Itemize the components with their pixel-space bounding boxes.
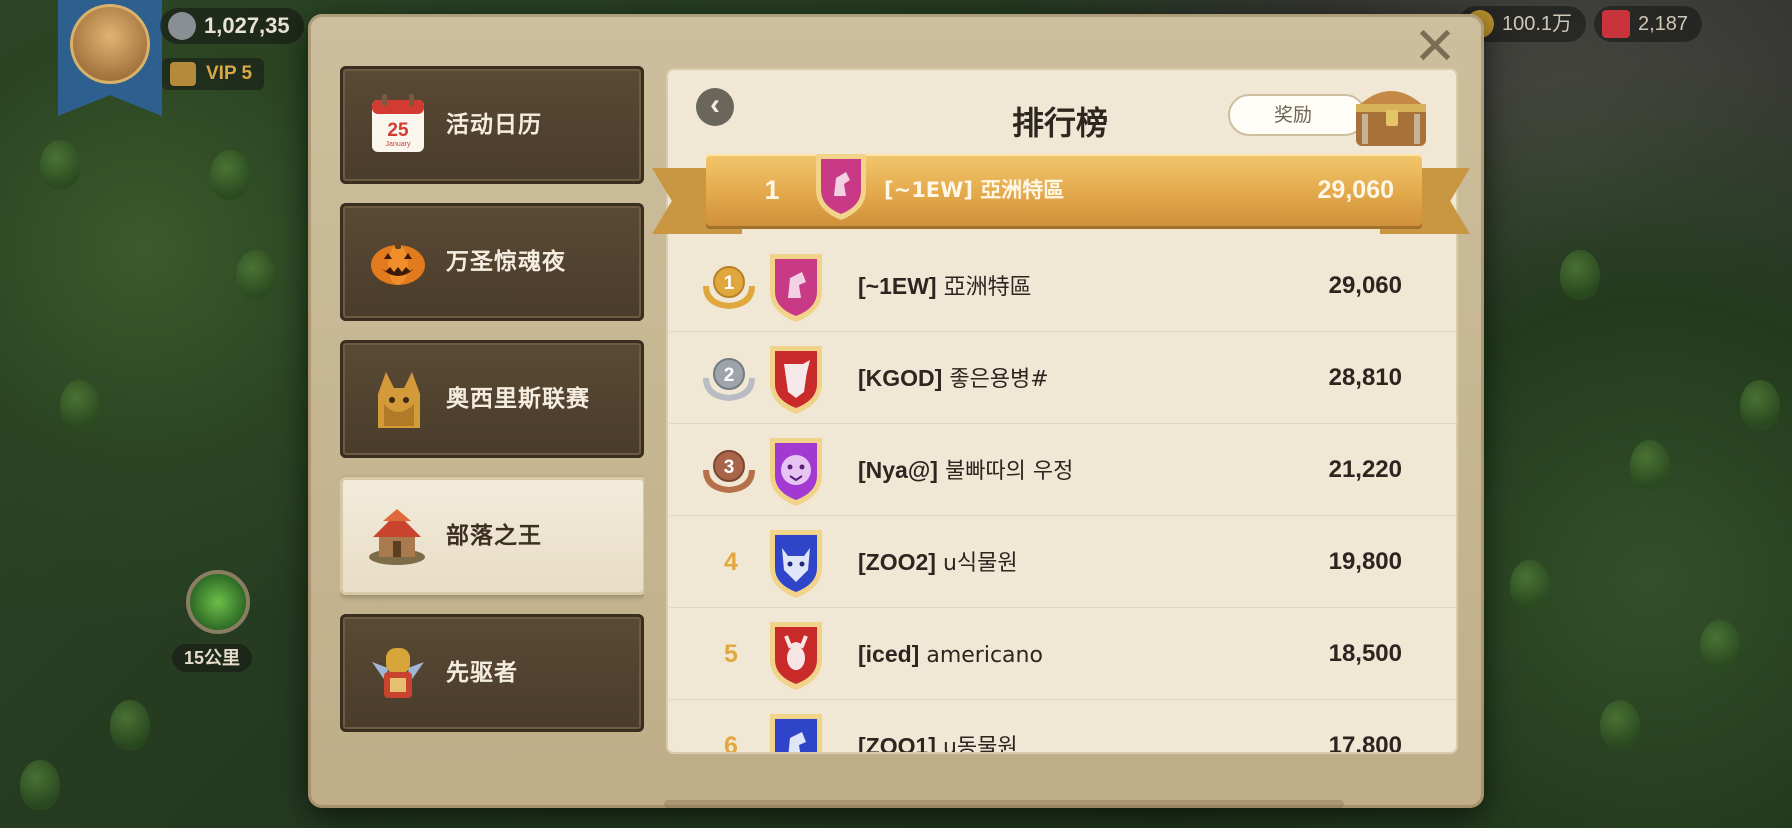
sword-icon [168,12,196,40]
alliance-score: 29,060 [1328,272,1402,299]
alliance-tag: [ZOO1] [858,733,936,752]
power-value: 1,027,35 [204,13,290,38]
alliance-title: 좋은용병# [949,367,1049,392]
alliance-tag: [KGOD] [858,365,943,391]
horse-icon [770,254,822,322]
panel-bottom-edge [664,800,1344,808]
ranking-row[interactable]: 1 [~1EW] 亞洲特區 29,060 [666,240,1458,332]
medal-rank: 2 [724,365,735,386]
vip-label: VIP 5 [206,63,253,84]
back-button[interactable]: ‹ [696,88,734,126]
ranking-list[interactable]: 1 [~1EW] 亞洲特區 29,060 2 [KGOD] 좋은용병# 28,8… [666,240,1458,752]
event-sidebar: 25 January 活动日历 万圣惊魂夜 奥西里斯联赛 部落之王 先驱者 [340,66,644,750]
vip-crest-icon [170,62,196,86]
calendar-icon: 25 January [372,94,424,152]
deer-icon [770,622,822,690]
horse-icon [770,714,822,752]
alliance-name: [KGOD] 좋은용병# [858,332,1049,424]
alliance-name: [ZOO1] u동물원 [858,700,1018,752]
my-alliance-score: 29,060 [1317,176,1394,204]
alliance-score: 18,500 [1328,640,1402,667]
ranking-row[interactable]: 6 [ZOO1] u동물원 17,800 [666,700,1458,752]
food-value: 100.1万 [1502,13,1573,35]
alliance-title: 불빠따의 우정 [944,459,1074,484]
rank-number: 5 [724,640,738,668]
ranking-row[interactable]: 2 [KGOD] 좋은용병# 28,810 [666,332,1458,424]
alliance-score: 21,220 [1328,456,1402,483]
wolf-icon [770,530,822,598]
sidebar-item-label: 万圣惊魂夜 [446,249,566,275]
my-rank-number: 1 [764,175,780,205]
alliance-tag: [~1EW] [858,273,937,299]
alliance-name: [ZOO2] u식물원 [858,516,1018,608]
gems-value: 2,187 [1638,13,1689,35]
ranking-row[interactable]: 4 [ZOO2] u식물원 19,800 [666,516,1458,608]
alliance-tag: [iced] [858,641,920,667]
distance-label: 15公里 [172,644,253,672]
vip-badge[interactable]: VIP 5 [162,58,265,90]
ranking-row[interactable]: 3 [Nya@] 불빠따의 우정 21,220 [666,424,1458,516]
player-avatar[interactable] [70,4,150,84]
alliance-title: u식물원 [942,551,1018,576]
alliance-tag: [ZOO2] [858,549,936,575]
ranking-row[interactable]: 5 [iced] americano 18,500 [666,608,1458,700]
alliance-title: u동물원 [942,735,1018,752]
treasure-chest-icon[interactable] [1350,74,1432,150]
alliance-name: [Nya@] 불빠따의 우정 [858,424,1073,516]
alliance-score: 19,800 [1328,548,1402,575]
golden-cat-icon [378,372,420,428]
sidebar-item-label: 部落之王 [446,523,542,549]
bronze-medal-icon: 3 [703,450,755,494]
sidebar-item-halloween[interactable]: 万圣惊魂夜 [340,203,644,321]
sidebar-item-label: 活动日历 [446,112,542,138]
my-alliance-name: [~1EW] 亞洲特區 [884,154,1064,226]
sidebar-item-calendar[interactable]: 25 January 活动日历 [340,66,644,184]
alliance-score: 28,810 [1328,364,1402,391]
close-button[interactable]: ✕ [1410,21,1460,74]
sidebar-item-label: 先驱者 [446,660,518,686]
alliance-tag: [Nya@] [858,457,938,483]
my-alliance-title: 亞洲特區 [980,178,1065,202]
winged-knight-icon [372,648,424,698]
rank-number: 4 [724,548,738,576]
alliance-score: 17,800 [1328,732,1402,752]
alliance-name: [~1EW] 亞洲特區 [858,240,1032,332]
tribal-hut-icon [369,509,425,565]
my-alliance-shield-icon [816,154,866,220]
sidebar-item-tribal-king[interactable]: 部落之王 [340,477,644,595]
sidebar-item-osiris-league[interactable]: 奥西里斯联赛 [340,340,644,458]
gems-display[interactable]: 2,187 [1594,6,1703,42]
gem-icon [1602,10,1630,38]
sidebar-item-pioneer[interactable]: 先驱者 [340,614,644,732]
medal-rank: 3 [724,457,735,478]
scout-marker-icon[interactable] [186,570,250,634]
alliance-title: 亞洲特區 [943,275,1032,300]
pumpkin-icon [371,239,425,285]
calendar-month: January [386,141,411,148]
gold-medal-icon: 1 [703,266,755,310]
page-title: 排行榜 [1011,104,1108,142]
rank-number: 6 [724,732,738,752]
medal-rank: 1 [724,273,735,294]
alliance-name: [iced] americano [858,608,1043,700]
tiger-icon [770,438,822,506]
sidebar-item-label: 奥西里斯联赛 [446,386,590,412]
my-alliance-tag: [~1EW] [884,178,973,202]
power-display: 1,027,35 [160,8,304,44]
reward-button[interactable]: 奖励 [1228,94,1366,136]
calendar-day: 25 [387,120,409,141]
silver-medal-icon: 2 [703,358,755,402]
winged-helmet-icon [770,346,822,414]
alliance-title: americano [926,643,1043,668]
